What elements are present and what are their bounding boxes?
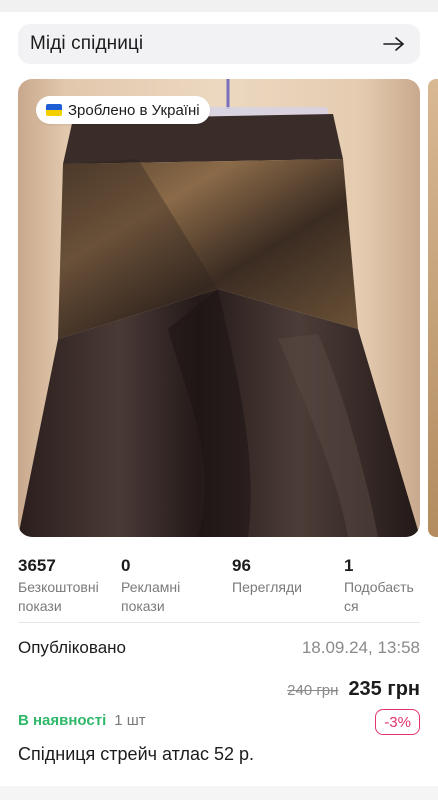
published-date: 18.09.24, 13:58: [301, 638, 420, 657]
stat-label: Безкоштовні покази: [18, 579, 99, 614]
stat-likes: 1 Подобається: [344, 556, 414, 616]
published-label: Опубліковано: [18, 638, 127, 657]
divider: [18, 622, 420, 623]
stat-label: Рекламні покази: [121, 579, 181, 614]
made-in-ukraine-badge: Зроблено в Україні: [36, 96, 210, 124]
skirt-illustration: [18, 79, 420, 537]
stats-row: 3657 Безкоштовні покази 0 Рекламні показ…: [18, 556, 428, 616]
category-label: Міді спідниці: [30, 33, 144, 54]
badge-label: Зроблено в Україні: [68, 101, 200, 119]
current-price: 235 грн: [348, 678, 420, 700]
stat-ad-impressions: 0 Рекламні покази: [121, 556, 207, 616]
stat-free-impressions: 3657 Безкоштовні покази: [18, 556, 118, 616]
published-row: Опубліковано 18.09.24, 13:58: [18, 638, 420, 658]
next-photo-peek[interactable]: [428, 79, 438, 537]
stat-views: 96 Перегляди: [232, 556, 328, 597]
stat-label: Перегляди: [232, 579, 302, 595]
stat-label: Подобається: [344, 579, 414, 614]
arrow-right-icon: [383, 37, 404, 51]
discount-badge: -3%: [375, 709, 420, 735]
stock-row: В наявності 1 шт: [18, 712, 146, 729]
stat-value: 0: [121, 556, 131, 575]
in-stock-status: В наявності: [18, 712, 107, 729]
product-photo[interactable]: [18, 79, 420, 537]
stat-value: 1: [344, 556, 354, 575]
product-title: Спідниця стрейч атлас 52 р.: [18, 744, 255, 764]
stat-value: 96: [232, 556, 251, 575]
category-link[interactable]: Міді спідниці: [18, 24, 420, 64]
stock-quantity: 1 шт: [114, 712, 146, 729]
ukraine-flag-icon: [46, 104, 62, 116]
price-row: 240 грн 235 грн: [287, 678, 420, 701]
bottom-edge: [0, 786, 438, 800]
stat-value: 3657: [18, 556, 56, 575]
top-edge: [0, 0, 438, 12]
old-price: 240 грн: [287, 682, 339, 699]
